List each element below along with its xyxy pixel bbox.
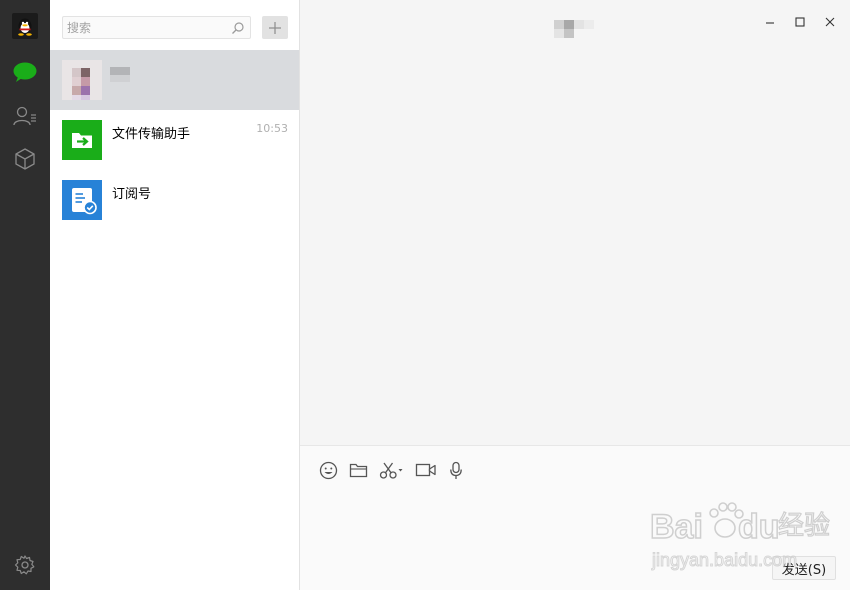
- maximize-button[interactable]: [792, 14, 808, 30]
- file-transfer-icon: [62, 120, 102, 160]
- chat-time: 10:53: [256, 122, 288, 135]
- nav-chats-button[interactable]: [10, 57, 40, 87]
- video-call-button[interactable]: [415, 459, 437, 481]
- screenshot-button[interactable]: [379, 459, 405, 481]
- chat-name: 订阅号: [112, 187, 152, 202]
- minimize-icon: [766, 22, 774, 24]
- blurred-avatar: [62, 60, 102, 100]
- chat-name: 文件传输助手: [112, 127, 191, 142]
- search-icon[interactable]: [231, 21, 245, 35]
- chat-list-item[interactable]: 文件传输助手 10:53: [50, 110, 299, 170]
- chat-list-panel: 文件传输助手 10:53 订阅号: [50, 0, 300, 590]
- settings-button[interactable]: [10, 550, 40, 580]
- plus-icon: [269, 21, 281, 34]
- nav-contacts-button[interactable]: [10, 101, 40, 131]
- folder-icon: [349, 463, 367, 477]
- blurred-name: [110, 67, 130, 82]
- search-box[interactable]: [62, 16, 251, 39]
- video-icon: [415, 463, 436, 477]
- nav-rail: [0, 0, 50, 590]
- microphone-icon: [450, 461, 462, 479]
- subscription-icon: [62, 180, 102, 220]
- svg-text:经验: 经验: [778, 511, 830, 541]
- minimize-button[interactable]: [762, 14, 778, 30]
- gear-icon: [14, 555, 35, 575]
- avatar[interactable]: [12, 13, 38, 39]
- chat-list-item[interactable]: 订阅号: [50, 170, 299, 230]
- search-input[interactable]: [67, 19, 227, 36]
- voice-call-button[interactable]: [448, 459, 464, 481]
- add-chat-button[interactable]: [262, 16, 288, 39]
- svg-text:Bai: Bai: [650, 508, 703, 546]
- nav-favorites-button[interactable]: [10, 144, 40, 174]
- contacts-icon: [13, 106, 36, 126]
- svg-text:du: du: [738, 508, 780, 546]
- emoji-icon: [319, 461, 337, 479]
- chat-list-item[interactable]: [50, 50, 299, 110]
- svg-text:jingyan.baidu.com: jingyan.baidu.com: [651, 550, 797, 570]
- close-icon: [825, 17, 835, 27]
- chat-bubble-icon: [13, 62, 37, 82]
- send-file-button[interactable]: [348, 459, 368, 481]
- maximize-icon: [795, 17, 805, 27]
- scissors-icon: [379, 462, 403, 479]
- baidu-jingyan-watermark: Bai du 经验 jingyan.baidu.com: [650, 502, 830, 571]
- conversation-title: [554, 20, 594, 38]
- close-button[interactable]: [822, 14, 838, 30]
- favorites-box-icon: [15, 148, 35, 170]
- emoji-button[interactable]: [318, 459, 338, 481]
